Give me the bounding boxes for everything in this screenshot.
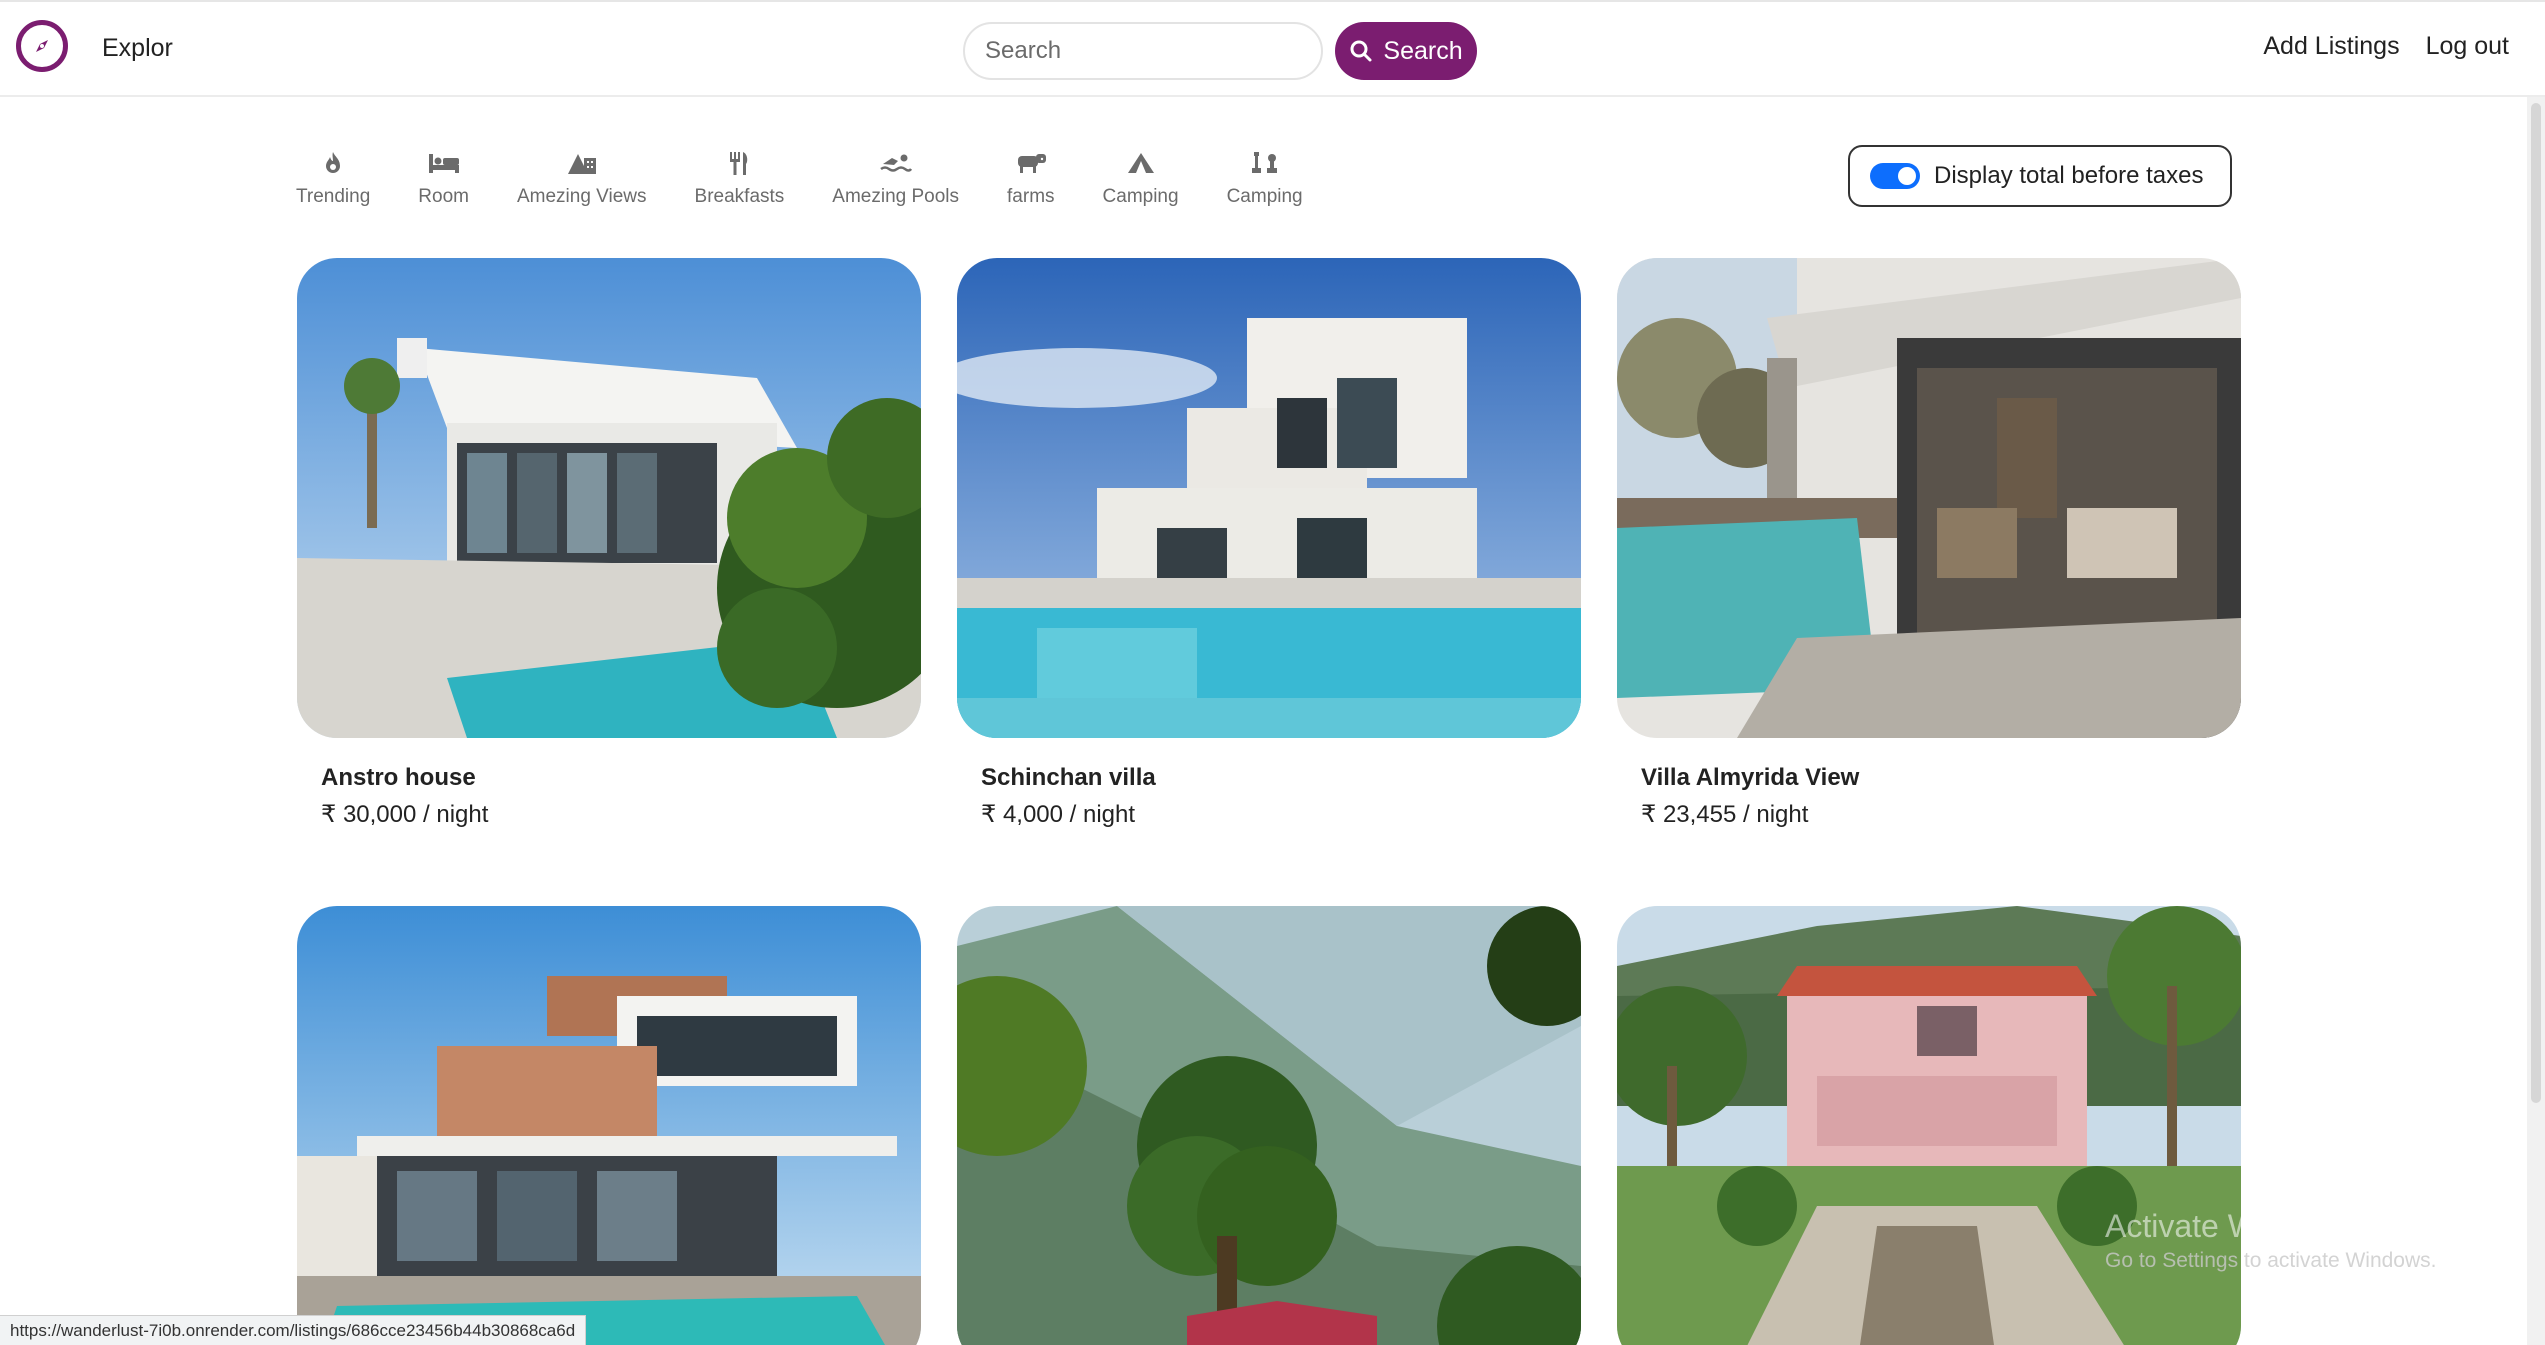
listing-photo	[1617, 906, 2241, 1345]
brand-link[interactable]: Explor	[102, 34, 173, 63]
cow-icon	[1014, 146, 1048, 180]
filter-label: Breakfasts	[694, 186, 785, 207]
filter-label: farms	[1007, 186, 1055, 207]
listing-title: Schinchan villa	[981, 764, 1156, 791]
tax-toggle-label: Display total before taxes	[1934, 162, 2204, 189]
listing-card[interactable]	[297, 906, 921, 1345]
watermark-line2: Go to Settings to activate Windows.	[2105, 1249, 2437, 1272]
listing-price: ₹ 23,455 / night	[1641, 801, 1809, 828]
listing-card[interactable]: Schinchan villa ₹ 4,000 / night	[957, 258, 1581, 828]
page: Explor Search Add Listings Log out Trend…	[0, 0, 2545, 1345]
utensils-icon	[722, 146, 756, 180]
search-icon	[1350, 40, 1372, 62]
search-input[interactable]	[963, 22, 1323, 80]
filter-room[interactable]: Room	[418, 146, 469, 208]
filter-label: Camping	[1102, 186, 1179, 207]
filter-breakfasts[interactable]: Breakfasts	[694, 146, 785, 208]
bed-icon	[427, 146, 461, 180]
status-bar-url: https://wanderlust-7i0b.onrender.com/lis…	[0, 1315, 587, 1345]
logout-link[interactable]: Log out	[2426, 32, 2509, 61]
tax-switch[interactable]	[1870, 163, 1920, 189]
listing-title: Villa Almyrida View	[1641, 764, 1860, 791]
tent-icon	[1124, 146, 1158, 180]
listing-price: ₹ 30,000 / night	[321, 801, 489, 828]
search-button[interactable]: Search	[1335, 22, 1477, 80]
listing-photo	[1617, 258, 2241, 738]
mountain-city-icon	[565, 146, 599, 180]
nav-right: Add Listings Log out	[2263, 32, 2509, 61]
swimmer-icon	[879, 146, 913, 180]
tax-toggle[interactable]: Display total before taxes	[1848, 145, 2232, 207]
listing-card[interactable]: Villa Almyrida View ₹ 23,455 / night	[1617, 258, 2241, 828]
fire-icon	[316, 146, 350, 180]
listing-price: ₹ 4,000 / night	[981, 801, 1136, 828]
filter-amezing-pools[interactable]: Amezing Pools	[832, 146, 959, 208]
listing-photo	[297, 258, 921, 738]
page-scrollbar[interactable]	[2527, 97, 2545, 1345]
scrollbar-thumb[interactable]	[2531, 103, 2541, 1103]
windows-activation-watermark: Activate Windows Go to Settings to activ…	[2105, 1208, 2437, 1273]
listing-card[interactable]: Anstro house ₹ 30,000 / night	[297, 258, 921, 828]
listing-photo	[957, 906, 1581, 1345]
search-button-label: Search	[1383, 36, 1463, 65]
listing-card[interactable]	[957, 906, 1581, 1345]
listing-photo	[297, 906, 921, 1345]
watermark-line1: Activate Windows	[2105, 1208, 2358, 1244]
listing-card[interactable]	[1617, 906, 2241, 1345]
filter-camping[interactable]: Camping	[1103, 146, 1179, 208]
filters-bar: Trending Room Amezing Views Breakfasts A…	[296, 146, 1351, 208]
filter-camping-chess[interactable]: Camping	[1227, 146, 1303, 208]
filter-label: Trending	[296, 186, 371, 207]
add-listings-link[interactable]: Add Listings	[2263, 32, 2399, 61]
chess-icon	[1248, 146, 1282, 180]
filter-label: Amezing Pools	[832, 186, 960, 207]
filter-label: Amezing Views	[516, 186, 647, 207]
listing-photo	[957, 258, 1581, 738]
filter-farms[interactable]: farms	[1007, 146, 1055, 208]
listing-title: Anstro house	[321, 764, 476, 791]
filter-label: Camping	[1226, 186, 1303, 207]
compass-logo-icon[interactable]	[16, 20, 68, 72]
filter-trending[interactable]: Trending	[296, 146, 370, 208]
navbar: Explor Search Add Listings Log out	[0, 0, 2545, 97]
filter-amezing-views[interactable]: Amezing Views	[517, 146, 647, 208]
filter-label: Room	[418, 186, 469, 207]
